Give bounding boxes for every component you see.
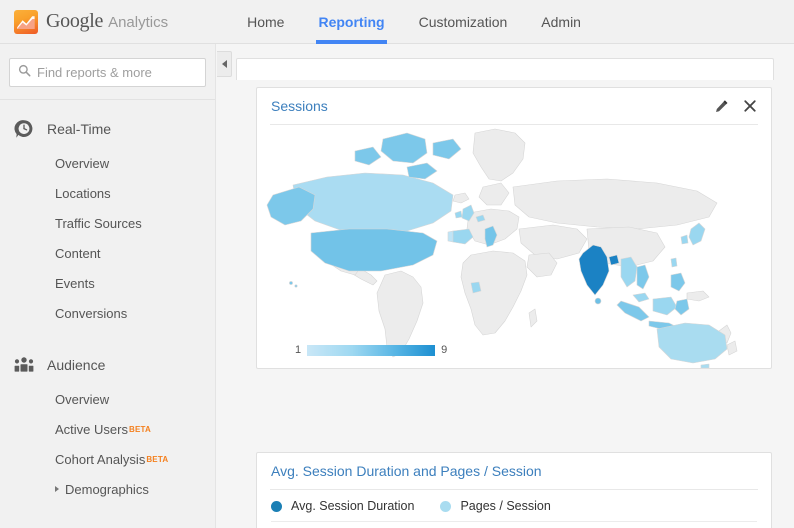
legend-item-avg-session-duration[interactable]: Avg. Session Duration: [271, 499, 414, 513]
avg-session-legend: Avg. Session Duration Pages / Session: [257, 490, 771, 521]
google-analytics-page: Google Analytics Home Reporting Customiz…: [0, 0, 794, 528]
sidebar-section-realtime[interactable]: Real-Time: [0, 110, 215, 148]
brand-logo-group[interactable]: Google Analytics: [14, 9, 168, 34]
sidebar-item-audience-cohort-analysis[interactable]: Cohort Analysis BETA: [0, 444, 215, 474]
sidebar-item-audience-demographics[interactable]: Demographics: [0, 474, 215, 504]
legend-dot-pages-per-session: [440, 500, 452, 512]
sidebar-item-realtime-events[interactable]: Events: [0, 268, 215, 298]
realtime-clock-icon: [13, 118, 39, 140]
sidebar-item-active-users-label: Active Users: [55, 421, 128, 437]
sessions-panel-actions: [714, 99, 757, 114]
sidebar-search-area: [0, 44, 215, 99]
top-header-bar: Google Analytics Home Reporting Customiz…: [0, 0, 794, 44]
legend-gradient-bar: [307, 344, 436, 356]
brand-analytics-text: Analytics: [108, 14, 169, 31]
legend-item-pages-per-session[interactable]: Pages / Session: [440, 499, 551, 513]
search-box[interactable]: [9, 58, 206, 87]
close-icon[interactable]: [743, 99, 757, 113]
legend-max-value: 9: [441, 344, 448, 356]
chevron-left-icon: [221, 60, 227, 68]
world-map-svg: [266, 128, 738, 368]
nav-tab-home[interactable]: Home: [230, 0, 301, 44]
sidebar-item-realtime-traffic-sources[interactable]: Traffic Sources: [0, 208, 215, 238]
sidebar-item-demographics-label: Demographics: [65, 481, 149, 497]
sidebar-section-audience-label: Audience: [47, 357, 106, 373]
audience-people-icon: [13, 356, 39, 374]
sidebar-item-realtime-content[interactable]: Content: [0, 238, 215, 268]
sidebar-item-realtime-conversions[interactable]: Conversions: [0, 298, 215, 328]
sidebar-item-cohort-analysis-label: Cohort Analysis: [55, 451, 146, 467]
chevron-right-icon: [55, 486, 59, 492]
avg-session-panel-title: Avg. Session Duration and Pages / Sessio…: [271, 463, 542, 479]
sessions-geo-map[interactable]: 1 9: [257, 125, 771, 368]
left-sidebar: Real-Time Overview Locations Traffic Sou…: [0, 44, 216, 528]
sidebar-collapse-button[interactable]: [217, 51, 232, 77]
avg-session-panel: Avg. Session Duration and Pages / Sessio…: [256, 452, 772, 528]
sidebar-section-realtime-label: Real-Time: [47, 121, 112, 137]
search-input[interactable]: [37, 65, 205, 80]
sidebar-divider: [0, 99, 215, 100]
google-analytics-logo-icon: [14, 9, 38, 34]
map-legend: 1 9: [295, 344, 447, 356]
brand-google-text: Google: [46, 10, 104, 32]
beta-badge: BETA: [128, 424, 151, 434]
legend-dot-avg-session-duration: [271, 500, 282, 512]
sidebar-item-realtime-locations[interactable]: Locations: [0, 178, 215, 208]
sidebar-item-realtime-overview[interactable]: Overview: [0, 148, 215, 178]
sidebar-item-audience-active-users[interactable]: Active Users BETA: [0, 414, 215, 444]
pencil-icon[interactable]: [714, 99, 729, 114]
nav-tab-admin[interactable]: Admin: [524, 0, 598, 44]
scrolled-panel-above: [236, 58, 774, 80]
nav-tab-reporting[interactable]: Reporting: [301, 0, 401, 44]
main-navigation: Home Reporting Customization Admin: [230, 0, 598, 44]
legend-min-value: 1: [295, 344, 302, 356]
nav-tab-customization[interactable]: Customization: [402, 0, 525, 44]
sessions-panel-title: Sessions: [271, 98, 328, 114]
legend-label-avg-session-duration: Avg. Session Duration: [291, 499, 415, 513]
legend-label-pages-per-session: Pages / Session: [460, 499, 551, 513]
avg-session-chart-divider: [271, 521, 757, 522]
avg-session-panel-header: Avg. Session Duration and Pages / Sessio…: [257, 453, 771, 489]
sessions-panel-header: Sessions: [257, 88, 771, 124]
sessions-panel: Sessions 1 9: [256, 87, 772, 369]
sidebar-item-audience-overview[interactable]: Overview: [0, 384, 215, 414]
beta-badge: BETA: [146, 454, 169, 464]
main-content-area: Sessions 1 9 Avg. Session Duration and P…: [216, 44, 794, 528]
search-icon: [18, 64, 31, 82]
brand-wordmark: Google Analytics: [46, 10, 168, 33]
sidebar-section-audience[interactable]: Audience: [0, 346, 215, 384]
